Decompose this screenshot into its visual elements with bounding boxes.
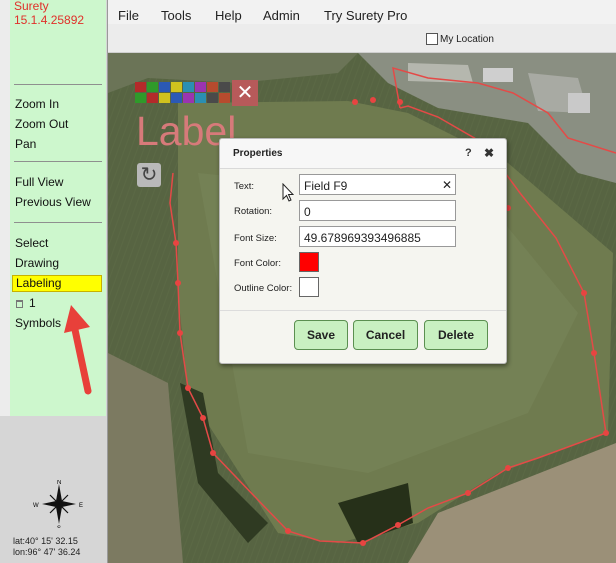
dialog-header[interactable]: Properties ? ✖ (220, 139, 506, 169)
palette-swatch[interactable] (183, 82, 194, 92)
delete-button[interactable]: Delete (424, 320, 488, 350)
palette-swatch[interactable] (171, 93, 182, 103)
font-size-input[interactable]: 49.678969393496885 (299, 226, 456, 247)
palette-swatch[interactable] (183, 93, 194, 103)
my-location-label: My Location (440, 34, 494, 45)
palette-swatch[interactable] (219, 82, 230, 92)
select-item[interactable]: Select (15, 236, 48, 250)
palette-swatch[interactable] (147, 82, 158, 92)
drawing-item[interactable]: Drawing (15, 256, 59, 270)
mouse-cursor-icon (282, 183, 294, 202)
pan-item[interactable]: Pan (15, 137, 36, 151)
compass-e: E (79, 503, 83, 509)
toolbar: My Location (108, 24, 616, 53)
menu-try-pro[interactable]: Try Surety Pro (324, 8, 407, 23)
label-layer-row[interactable]: 1 (16, 296, 36, 310)
properties-dialog: Properties ? ✖ Text: Field F9 ✕ Rotation… (219, 138, 507, 364)
red-arrow-annotation (64, 305, 92, 395)
palette-swatch[interactable] (207, 93, 218, 103)
font-size-label: Font Size: (234, 233, 277, 244)
rotation-label: Rotation: (234, 206, 273, 217)
close-icon[interactable]: ✖ (484, 146, 494, 160)
previous-view-item[interactable]: Previous View (15, 195, 91, 209)
zoom-in-item[interactable]: Zoom In (15, 97, 59, 111)
close-palette-icon[interactable]: ✕ (232, 80, 258, 106)
refresh-icon[interactable]: ↻ (137, 163, 161, 187)
save-button[interactable]: Save (294, 320, 348, 350)
palette-swatch[interactable] (195, 82, 206, 92)
layer-count: 1 (29, 296, 36, 310)
menu-admin[interactable]: Admin (263, 8, 300, 23)
compass-w: W (33, 503, 39, 509)
full-view-item[interactable]: Full View (15, 175, 63, 189)
palette-swatch[interactable] (159, 82, 170, 92)
divider (14, 84, 102, 85)
divider (14, 222, 102, 223)
outline-color-swatch[interactable] (299, 277, 319, 297)
palette-swatch[interactable] (195, 93, 206, 103)
trash-icon[interactable] (16, 299, 23, 308)
help-icon[interactable]: ? (465, 147, 472, 159)
app-name: Surety (14, 0, 49, 13)
palette-swatch[interactable] (171, 82, 182, 92)
font-color-label: Font Color: (234, 258, 281, 269)
compass-icon: N S W E (33, 480, 83, 528)
menu-file[interactable]: File (118, 8, 139, 23)
outline-color-label: Outline Color: (234, 283, 293, 294)
my-location-checkbox[interactable] (426, 33, 438, 45)
palette-swatch[interactable] (135, 93, 146, 103)
palette-swatch[interactable] (147, 93, 158, 103)
rotation-input[interactable]: 0 (299, 200, 456, 221)
zoom-out-item[interactable]: Zoom Out (15, 117, 68, 131)
sidebar-edge (0, 0, 10, 416)
palette-swatch[interactable] (159, 93, 170, 103)
menu-tools[interactable]: Tools (161, 8, 191, 23)
palette-swatch[interactable] (207, 82, 218, 92)
palette-swatches[interactable] (135, 82, 231, 104)
longitude-readout: lon:96° 47' 36.24 (13, 547, 81, 557)
label-color-palette[interactable] (135, 82, 231, 104)
clear-text-icon[interactable]: ✕ (442, 178, 452, 192)
menu-help[interactable]: Help (215, 8, 242, 23)
app-version: 15.1.4.25892 (14, 13, 85, 27)
dialog-title: Properties (233, 148, 283, 159)
text-label: Text: (234, 181, 255, 192)
labeling-item[interactable]: Labeling (12, 275, 102, 292)
menu-bar: File Tools Help Admin Try Surety Pro (108, 0, 616, 24)
cancel-button[interactable]: Cancel (353, 320, 418, 350)
compass-n: N (57, 480, 61, 486)
divider (14, 161, 102, 162)
dialog-divider (220, 310, 506, 311)
symbols-item[interactable]: Symbols (15, 316, 61, 330)
palette-swatch[interactable] (219, 93, 230, 103)
compass-s: S (57, 526, 61, 528)
sidebar: Surety 15.1.4.25892 Zoom In Zoom Out Pan… (0, 0, 108, 563)
latitude-readout: lat:40° 15' 32.15 (13, 536, 78, 546)
text-input[interactable]: Field F9 (299, 174, 456, 195)
font-color-swatch[interactable] (299, 252, 319, 272)
palette-swatch[interactable] (135, 82, 146, 92)
